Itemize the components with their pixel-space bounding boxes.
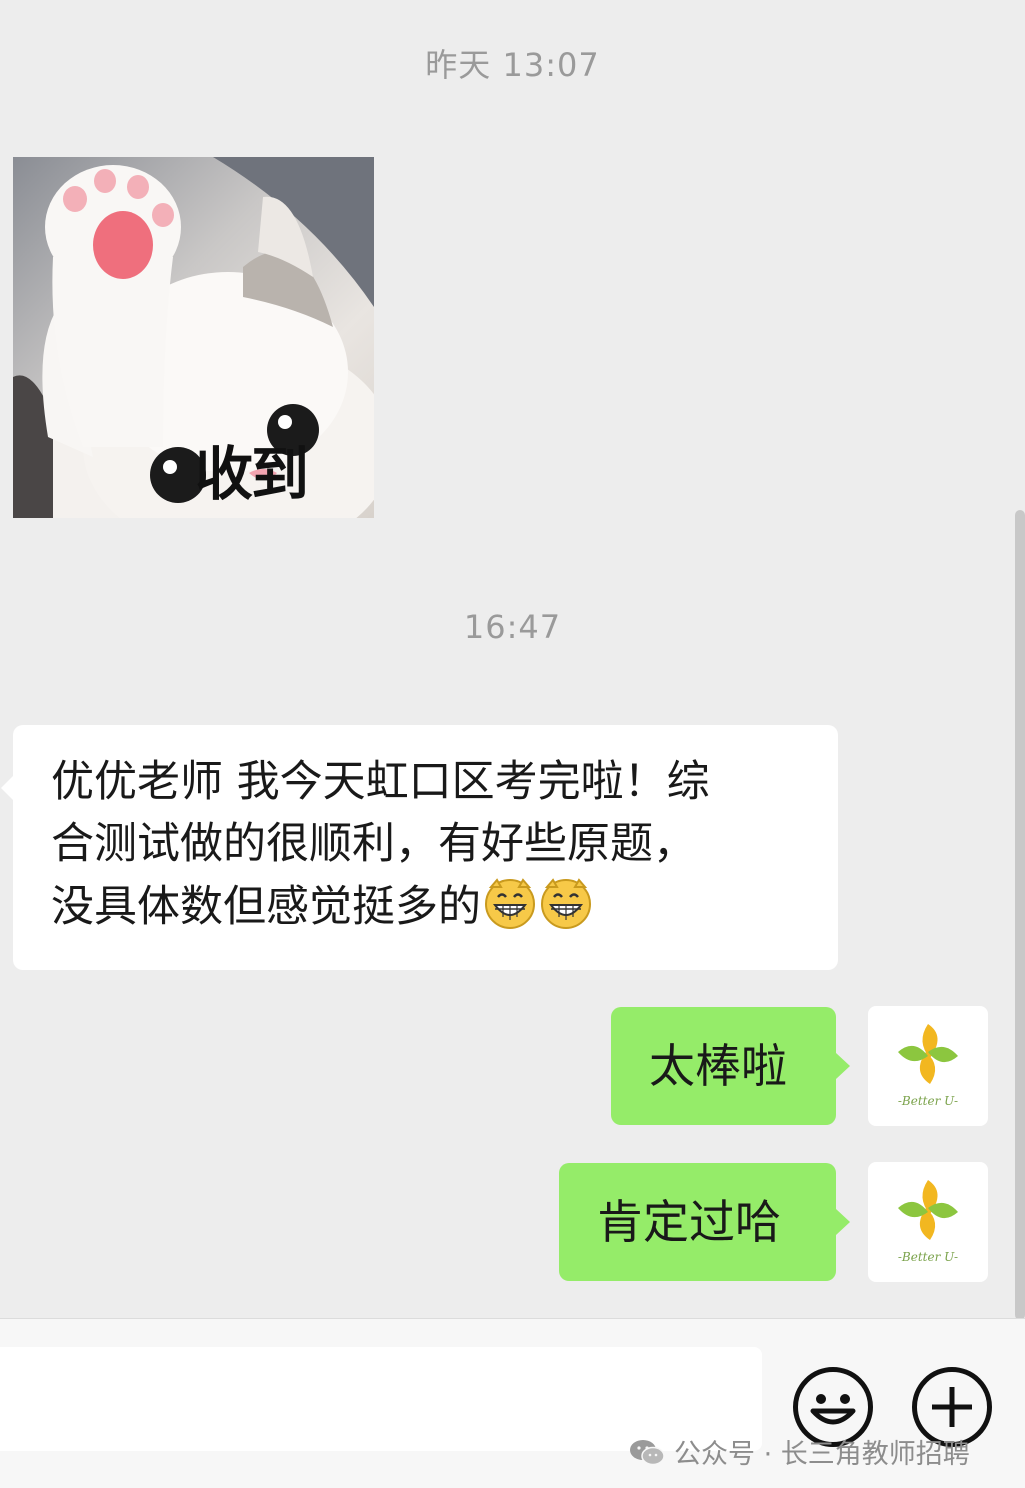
- waving-cat-sticker-icon: [13, 157, 374, 518]
- outgoing-message-text: 肯定过哈: [597, 1195, 781, 1249]
- sticker-message[interactable]: 收到: [13, 157, 374, 518]
- message-line: 合测试做的很顺利，有好些原题，: [51, 819, 696, 869]
- message-line: 优优老师 我今天虹口区考完啦！综: [51, 757, 710, 807]
- watermark: 公众号 · 长三角教师招聘: [628, 1432, 970, 1471]
- grin-emoji-icon: [541, 878, 591, 929]
- incoming-message-bubble[interactable]: 优优老师 我今天虹口区考完啦！综 合测试做的很顺利，有好些原题， 没具体数但感觉…: [1, 725, 838, 970]
- outgoing-message-bubble[interactable]: 肯定过哈: [559, 1163, 850, 1281]
- better-u-logo-icon: [898, 1024, 958, 1084]
- chat-area: 昨天 13:07 收到 16:47 优优老师 我今天虹口区考完啦！综 合测试做的…: [0, 0, 1025, 1320]
- avatar-label: -Better U-: [897, 1094, 959, 1108]
- grin-emoji-icon: [485, 878, 535, 929]
- timestamp: 昨天 13:07: [425, 46, 600, 84]
- timestamp: 16:47: [463, 608, 562, 646]
- sticker-caption: 收到: [195, 440, 309, 508]
- wechat-icon: [630, 1439, 665, 1465]
- better-u-logo-icon: [898, 1180, 958, 1240]
- outgoing-message-text: 太棒啦: [649, 1039, 787, 1093]
- avatar[interactable]: -Better U-: [868, 1006, 988, 1126]
- outgoing-message-bubble[interactable]: 太棒啦: [611, 1007, 850, 1125]
- avatar-label: -Better U-: [897, 1250, 959, 1264]
- message-line: 没具体数但感觉挺多的: [51, 882, 481, 932]
- message-line-last: 没具体数但感觉挺多的: [51, 875, 808, 938]
- avatar[interactable]: -Better U-: [868, 1162, 988, 1282]
- watermark-text: 公众号 · 长三角教师招聘: [674, 1439, 970, 1470]
- scrollbar[interactable]: [1015, 510, 1025, 1320]
